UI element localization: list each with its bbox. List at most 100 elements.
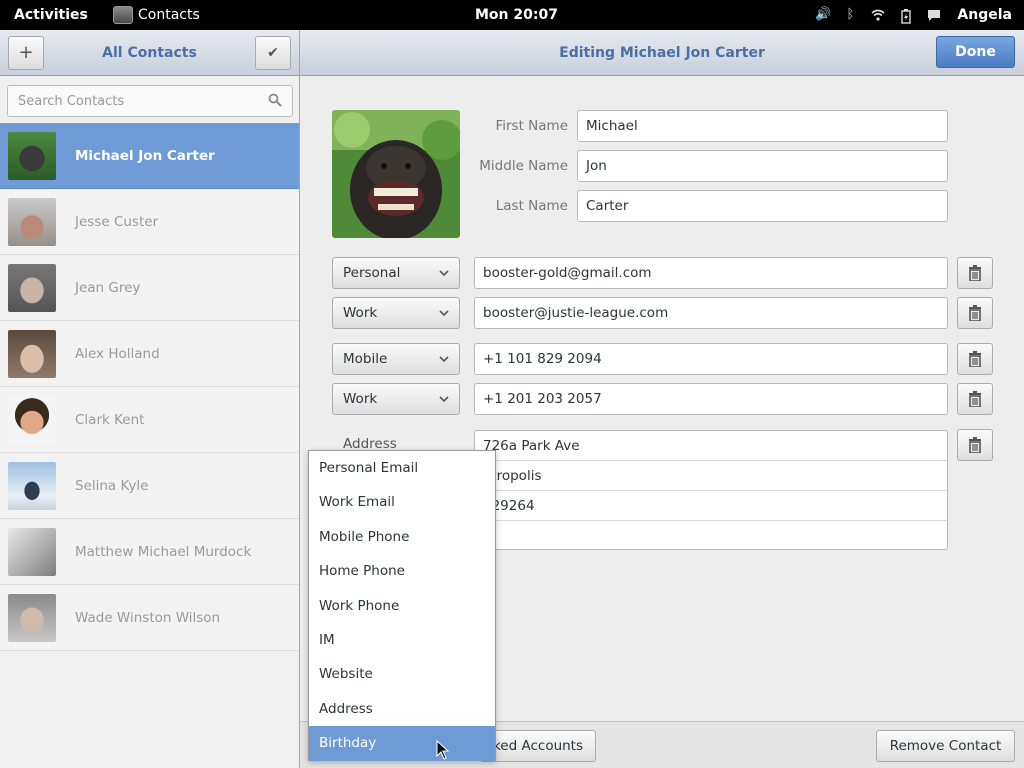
phone-type-select[interactable]: Mobile: [332, 343, 460, 375]
menu-item-work-phone[interactable]: Work Phone: [309, 589, 495, 623]
sidebar-header: All Contacts + ✔: [0, 30, 299, 76]
last-name-label: Last Name: [495, 198, 568, 214]
user-menu[interactable]: Angela: [957, 0, 1012, 30]
avatar: [8, 528, 56, 576]
first-name-field[interactable]: Michael: [577, 110, 948, 142]
phone-type-value: Mobile: [343, 351, 388, 367]
avatar: [8, 132, 56, 180]
contact-item[interactable]: Michael Jon Carter: [0, 123, 299, 189]
trash-icon: [969, 265, 981, 281]
chat-icon[interactable]: [927, 8, 941, 22]
add-field-menu: Personal Email Work Email Mobile Phone H…: [308, 450, 496, 761]
phone-field[interactable]: +1 101 829 2094: [474, 343, 948, 375]
menu-item-address[interactable]: Address: [309, 692, 495, 726]
email-type-select[interactable]: Personal: [332, 257, 460, 289]
middle-name-field[interactable]: Jon: [577, 150, 948, 182]
address-country-field[interactable]: [475, 521, 947, 551]
contacts-app-icon: [113, 6, 133, 24]
trash-icon: [969, 391, 981, 407]
middle-name-label: Middle Name: [479, 158, 568, 174]
address-city-field[interactable]: etropolis: [475, 461, 947, 491]
phone-type-select[interactable]: Work: [332, 383, 460, 415]
contact-name: Selina Kyle: [75, 478, 149, 494]
volume-icon[interactable]: 🔊: [815, 8, 831, 22]
menu-item-personal-email[interactable]: Personal Email: [309, 451, 495, 485]
app-menu[interactable]: Contacts: [113, 0, 200, 30]
add-contact-button[interactable]: +: [8, 36, 44, 70]
avatar: [8, 330, 56, 378]
delete-email-button[interactable]: [957, 297, 993, 329]
contact-name: Jesse Custer: [75, 214, 159, 230]
last-name-field[interactable]: Carter: [577, 190, 948, 222]
battery-icon[interactable]: [899, 8, 913, 24]
contact-item[interactable]: Selina Kyle: [0, 453, 299, 519]
menu-item-website[interactable]: Website: [309, 657, 495, 691]
search-box[interactable]: [7, 85, 293, 117]
phone-type-value: Work: [343, 391, 378, 407]
delete-phone-button[interactable]: [957, 343, 993, 375]
menu-item-im[interactable]: IM: [309, 623, 495, 657]
activities-button[interactable]: Activities: [14, 0, 88, 30]
email-type-select[interactable]: Work: [332, 297, 460, 329]
app-menu-label: Contacts: [138, 7, 200, 23]
email-type-value: Personal: [343, 265, 401, 281]
editor-title: Editing Michael Jon Carter: [559, 45, 765, 61]
contact-name: Alex Holland: [75, 346, 160, 362]
menu-item-birthday[interactable]: Birthday: [309, 726, 495, 761]
first-name-label: First Name: [495, 118, 568, 134]
menu-item-work-email[interactable]: Work Email: [309, 485, 495, 519]
contact-name: Clark Kent: [75, 412, 145, 428]
chevron-down-icon: [439, 356, 449, 363]
linked-accounts-button[interactable]: ked Accounts: [480, 730, 596, 762]
contact-photo[interactable]: [332, 110, 460, 238]
avatar: [8, 462, 56, 510]
search-icon: [268, 93, 282, 107]
remove-contact-button[interactable]: Remove Contact: [876, 730, 1015, 762]
contact-name: Michael Jon Carter: [75, 148, 215, 164]
bluetooth-icon[interactable]: ᛒ: [843, 8, 857, 22]
email-type-value: Work: [343, 305, 378, 321]
contact-item[interactable]: Alex Holland: [0, 321, 299, 387]
contact-item[interactable]: Jesse Custer: [0, 189, 299, 255]
checkmark-icon: ✔: [267, 45, 279, 61]
address-postcode-field[interactable]: 829264: [475, 491, 947, 521]
menu-item-mobile-phone[interactable]: Mobile Phone: [309, 520, 495, 554]
chevron-down-icon: [439, 270, 449, 277]
chevron-down-icon: [439, 396, 449, 403]
phone-field[interactable]: +1 201 203 2057: [474, 383, 948, 415]
email-field[interactable]: booster-gold@gmail.com: [474, 257, 948, 289]
plus-icon: +: [18, 42, 34, 63]
contact-item[interactable]: Jean Grey: [0, 255, 299, 321]
wifi-icon[interactable]: [871, 8, 885, 22]
editor-header: Editing Michael Jon Carter Done: [300, 30, 1024, 76]
avatar: [8, 198, 56, 246]
menu-item-home-phone[interactable]: Home Phone: [309, 554, 495, 588]
contact-item[interactable]: Matthew Michael Murdock: [0, 519, 299, 585]
clock[interactable]: Mon 20:07: [475, 0, 558, 30]
search-input[interactable]: [18, 86, 258, 116]
system-tray: 🔊 ᛒ Angela: [815, 0, 1012, 30]
contact-list: Michael Jon Carter Jesse Custer Jean Gre…: [0, 123, 299, 651]
chevron-down-icon: [439, 310, 449, 317]
avatar: [8, 594, 56, 642]
contact-name: Wade Winston Wilson: [75, 610, 221, 626]
delete-address-button[interactable]: [957, 429, 993, 461]
email-field[interactable]: booster@justie-league.com: [474, 297, 948, 329]
delete-phone-button[interactable]: [957, 383, 993, 415]
trash-icon: [969, 305, 981, 321]
address-fields: 726a Park Ave etropolis 829264: [474, 430, 948, 550]
avatar: [8, 264, 56, 312]
address-street-field[interactable]: 726a Park Ave: [475, 431, 947, 461]
done-button[interactable]: Done: [936, 36, 1015, 68]
contact-item[interactable]: Wade Winston Wilson: [0, 585, 299, 651]
trash-icon: [969, 351, 981, 367]
mouse-pointer-icon: [436, 740, 450, 760]
contact-name: Matthew Michael Murdock: [75, 544, 252, 560]
trash-icon: [969, 437, 981, 453]
delete-email-button[interactable]: [957, 257, 993, 289]
contact-item[interactable]: Clark Kent: [0, 387, 299, 453]
select-mode-button[interactable]: ✔: [255, 36, 291, 70]
avatar: [8, 396, 56, 444]
top-bar: Activities Contacts Mon 20:07 🔊 ᛒ Angela: [0, 0, 1024, 30]
contact-name: Jean Grey: [75, 280, 141, 296]
